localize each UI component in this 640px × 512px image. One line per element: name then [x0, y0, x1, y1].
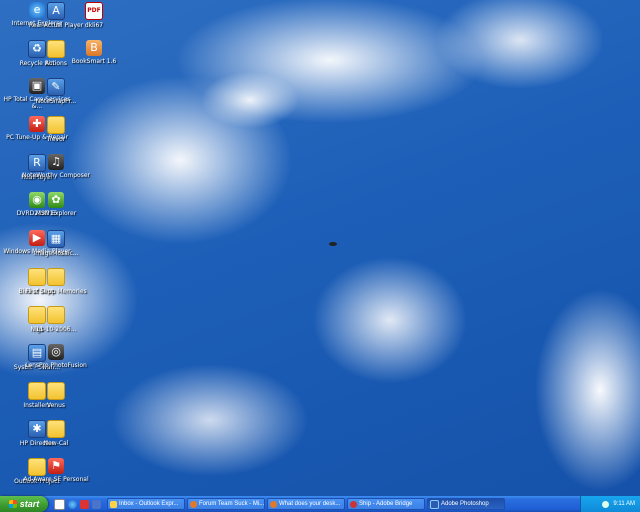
desktop-icon-label: New-Cal — [43, 440, 69, 447]
browser-icon — [190, 500, 197, 508]
windows-logo-icon — [8, 500, 17, 508]
msn-icon: ✿ — [48, 192, 64, 208]
task-label: Inbox - Outlook Expr... — [119, 501, 179, 507]
folder-icon — [47, 268, 65, 286]
desktop-icon-label: Venus — [46, 402, 66, 409]
task-buttons: Inbox - Outlook Expr... Forum Team Suck … — [107, 498, 580, 510]
task-label: Ship - Adobe Bridge — [359, 501, 413, 507]
folder-icon — [47, 116, 65, 134]
word-icon[interactable] — [92, 499, 101, 509]
outlook-icon — [110, 500, 117, 508]
desktop-icon-label: NoteSnapPr... — [35, 98, 77, 105]
desktop-icon-msn-explorer[interactable]: ✿ MSN Explorer — [19, 190, 93, 228]
show-desktop-icon[interactable] — [54, 498, 65, 510]
desktop-icon-composer[interactable]: ♫ NoteWorthy Composer — [19, 152, 93, 190]
task-button-desktop-thread[interactable]: What does your desk... — [267, 498, 345, 510]
desktop-icon-label: NoteWorthy Composer — [21, 172, 90, 179]
desktop-icon-lenspro[interactable]: ◎ LensPro PhotoFusion — [19, 342, 93, 380]
bridge-icon — [350, 500, 357, 508]
desktop-icon-folder[interactable]: 11-10-2006... — [19, 304, 93, 342]
desktop: e Internet Explorer ♻ Recycle Bin ▣ HP T… — [0, 0, 640, 496]
browser-icon — [270, 500, 277, 508]
desktop-icon-folder[interactable]: Venus — [19, 380, 93, 418]
image-app-icon: ▦ — [47, 230, 65, 248]
desktop-icon-label: BookSmart 1.6 — [71, 58, 117, 65]
clock[interactable]: 9:11 AM — [613, 501, 635, 507]
task-button-photoshop[interactable]: Adobe Photoshop — [427, 498, 505, 510]
task-label: What does your desk... — [279, 501, 341, 507]
folder-icon — [47, 306, 65, 324]
desktop-icon-label: ImageMosaic... — [33, 250, 79, 257]
quick-launch — [48, 498, 107, 510]
photoshop-icon — [430, 499, 439, 509]
desktop-icon-folder[interactable]: Trevor — [19, 114, 93, 152]
task-button-inbox[interactable]: Inbox - Outlook Expr... — [107, 498, 185, 510]
lens-icon: ◎ — [48, 344, 64, 360]
bird-in-sky — [329, 242, 337, 246]
booksmart-icon: B — [86, 40, 102, 56]
task-button-adobe-bridge[interactable]: Ship - Adobe Bridge — [347, 498, 425, 510]
start-button[interactable]: start — [0, 496, 48, 512]
desktop-icon-folder[interactable]: First Sept. Memories — [19, 266, 93, 304]
desktop-icon-imagemosaic[interactable]: ▦ ImageMosaic... — [19, 228, 93, 266]
task-label: Forum Team Suck - Mi... — [199, 501, 265, 507]
media-icon[interactable] — [80, 499, 89, 509]
desktop-icon-label: MSN Explorer — [35, 210, 77, 217]
folder-icon — [47, 420, 65, 438]
desktop-icon-label: LensPro PhotoFusion — [25, 362, 87, 369]
pdf-file-icon: PDF — [85, 2, 103, 20]
system-tray: 9:11 AM — [580, 496, 640, 512]
desktop-icon-label: Ad-Aware SE Personal — [23, 476, 89, 483]
desktop-icon-notesnap[interactable]: ✎ NoteSnapPr... — [19, 76, 93, 114]
app-icon: ✎ — [47, 78, 65, 96]
ad-aware-icon: ⚑ — [48, 458, 64, 474]
start-label: start — [19, 499, 40, 509]
desktop-icon-label: First Sept. Memories — [25, 288, 87, 295]
desktop-icon-pdf-file[interactable]: PDF dkli67 — [57, 0, 131, 38]
tray-status-icon[interactable] — [602, 500, 610, 508]
folder-icon — [47, 382, 65, 400]
desktop-icon-label: dkli67 — [84, 22, 104, 29]
task-button-forum[interactable]: Forum Team Suck - Mi... — [187, 498, 265, 510]
composer-icon: ♫ — [48, 154, 64, 170]
desktop-icon-label: Trevor — [46, 136, 66, 143]
taskbar: start Inbox - Outlook Expr... Forum Team… — [0, 496, 640, 512]
task-label: Adobe Photoshop — [441, 501, 489, 507]
desktop-icon-folder[interactable]: New-Cal — [19, 418, 93, 456]
desktop-icon-ad-aware[interactable]: ⚑ Ad-Aware SE Personal — [19, 456, 93, 494]
desktop-icon-booksmart[interactable]: B BookSmart 1.6 — [57, 38, 131, 76]
desktop-icon-label: 11-10-2006... — [35, 326, 77, 333]
internet-explorer-icon[interactable] — [68, 499, 77, 509]
